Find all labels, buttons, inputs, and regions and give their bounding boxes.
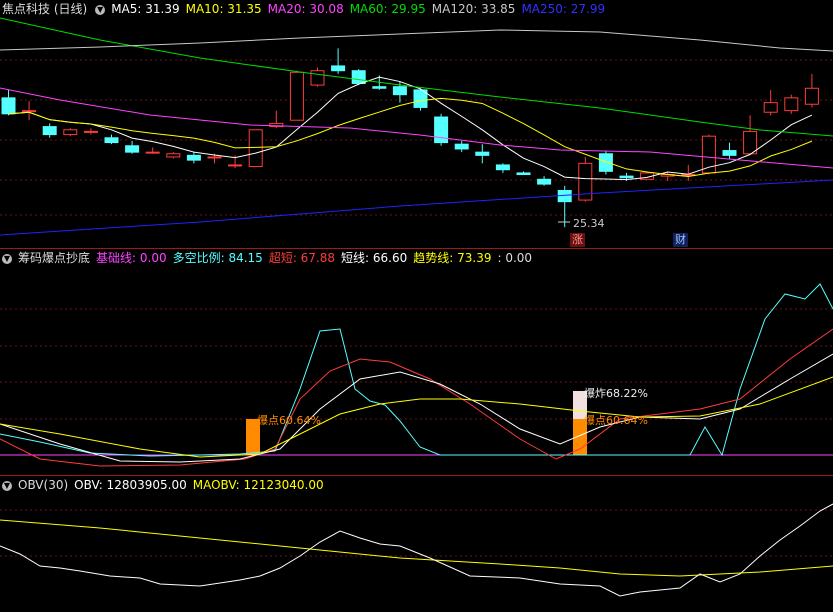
candle-body [228,164,243,167]
kline-chart[interactable] [0,0,833,248]
candle-body [186,154,201,161]
candle-body [516,172,531,176]
candle-body [722,150,737,156]
candle-body [104,137,119,144]
candle-body [63,129,78,136]
candle-body [372,86,387,89]
candle-body [495,164,510,171]
ma60-line [0,17,833,137]
candle-body [434,116,449,144]
candle-body [475,151,490,156]
ma5-line [8,76,813,181]
candle-body [166,153,181,158]
candle-body [619,175,634,179]
tag-zhang[interactable]: 涨 [570,233,585,247]
obv-chart[interactable] [0,476,833,612]
explode-label: 爆炸68.22% [584,387,648,400]
candle-body [248,129,263,168]
indicator-chart[interactable] [0,249,833,475]
indicator-pane[interactable]: ▼ 筹码爆点抄底 基础线: 0.00 多空比例: 84.15 超短: 67.88 短线: … [0,249,833,475]
candle-body [537,178,552,185]
candle-body [207,156,222,159]
candle-body [331,65,346,72]
candle-body [454,143,469,150]
ma250-line [0,179,833,236]
candle-body [743,130,758,155]
candle-body [145,151,160,154]
candle-body [392,86,407,96]
longshort-line [0,283,833,457]
tag-cai[interactable]: 财 [673,233,688,247]
candle-body [22,110,37,113]
super-line [0,328,833,467]
candle-body [598,153,613,172]
obv-pane[interactable]: ▼ OBV(30) OBV: 12803905.00 MAOBV: 12123040.… [0,476,833,612]
low-price-label: 25.34 [573,217,605,230]
candle-body [1,97,16,115]
candle-body [804,87,819,105]
burst-label-1: 爆点60.64% [257,414,321,427]
candle-body [125,145,140,153]
candle-body [83,130,98,133]
candle-body [351,70,366,84]
obv-line [0,503,833,597]
burst-label-2: 爆点60.64% [584,414,648,427]
maobv-line [0,519,833,577]
candle-body [763,102,778,113]
candle-body [310,70,325,86]
kline-pane[interactable]: 焦点科技 (日线) ▼ MA5: 31.39 MA10: 31.35 MA20: 30.… [0,0,833,248]
ma120-line [0,29,833,52]
candle-body [289,71,304,121]
candle-body [784,97,799,112]
candle-body [42,126,57,136]
